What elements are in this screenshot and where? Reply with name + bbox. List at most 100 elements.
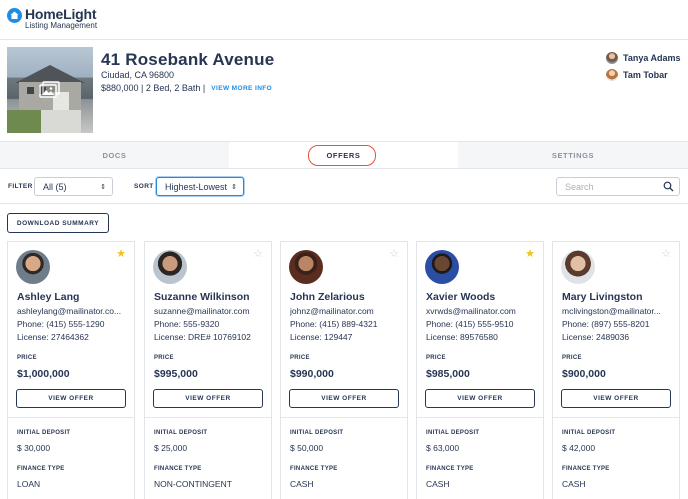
star-icon-outline[interactable]: ☆ — [253, 249, 263, 260]
sort-label: SORT — [134, 183, 154, 190]
divider — [145, 417, 271, 418]
buyer-agent-phone: Phone: (415) 889-4321 — [290, 319, 378, 329]
buyer-agent-license: License: DRE# 10769102 — [154, 332, 251, 342]
price-label: PRICE — [562, 355, 582, 361]
property-details: $880,000 | 2 Bed, 2 Bath | VIEW MORE INF… — [101, 83, 272, 93]
filter-label: FILTER — [8, 183, 33, 190]
offer-card: ☆ John Zelarious johnz@mailinator.com Ph… — [280, 241, 408, 499]
tab-bar: DOCS OFFERS SETTINGS — [0, 142, 688, 169]
sort-value: Highest-Lowest — [165, 181, 228, 192]
price-label: PRICE — [154, 355, 174, 361]
buyer-agent-license: License: 27464362 — [17, 332, 89, 342]
property-photo[interactable] — [7, 47, 93, 133]
buyer-agent-avatar — [289, 250, 323, 284]
chevron-updown-icon: ⇕ — [231, 184, 237, 191]
finance-type-value: CASH — [426, 479, 450, 489]
initial-deposit-label: INITIAL DEPOSIT — [154, 430, 208, 436]
property-summary: 41 Rosebank Avenue Ciudad, CA 96800 $880… — [0, 40, 688, 142]
view-offer-button[interactable]: VIEW OFFER — [16, 389, 126, 408]
star-icon-outline[interactable]: ☆ — [661, 249, 671, 260]
buyer-agent-email: ashleylang@mailinator.co... — [17, 306, 122, 316]
top-bar: HomeLight Listing Management — [0, 0, 688, 40]
offer-price: $990,000 — [290, 368, 334, 380]
buyer-agent-phone: Phone: (415) 555-1290 — [17, 319, 105, 329]
tab-offers[interactable]: OFFERS — [229, 142, 458, 168]
finance-type-label: FINANCE TYPE — [562, 466, 610, 472]
initial-deposit-value: $ 42,000 — [562, 443, 596, 453]
view-offer-button[interactable]: VIEW OFFER — [289, 389, 399, 408]
logo-subtitle: Listing Management — [25, 21, 98, 30]
view-offer-button[interactable]: VIEW OFFER — [153, 389, 263, 408]
divider — [553, 417, 679, 418]
initial-deposit-label: INITIAL DEPOSIT — [426, 430, 480, 436]
buyer-agent-license: License: 129447 — [290, 332, 353, 342]
agent-item[interactable]: Tanya Adams — [606, 52, 681, 64]
sort-select[interactable]: Highest-Lowest ⇕ — [156, 177, 244, 196]
initial-deposit-value: $ 63,000 — [426, 443, 460, 453]
home-logo-icon — [7, 8, 22, 23]
star-icon-outline[interactable]: ☆ — [389, 249, 399, 260]
agent-avatar — [606, 69, 618, 81]
initial-deposit-value: $ 50,000 — [290, 443, 324, 453]
buyer-agent-license: License: 2489036 — [562, 332, 630, 342]
buyer-agent-avatar — [16, 250, 50, 284]
divider — [281, 417, 407, 418]
finance-type-label: FINANCE TYPE — [17, 466, 65, 472]
buyer-agent-email: xvrwds@mailinator.com — [426, 306, 516, 316]
agent-name: Tanya Adams — [623, 53, 681, 63]
property-address: 41 Rosebank Avenue — [101, 50, 275, 69]
buyer-agent-avatar — [153, 250, 187, 284]
offer-card: ★ Xavier Woods xvrwds@mailinator.com Pho… — [416, 241, 544, 499]
filter-value: All (5) — [43, 181, 67, 192]
initial-deposit-label: INITIAL DEPOSIT — [562, 430, 616, 436]
filter-bar: FILTER All (5) ⇕ SORT Highest-Lowest ⇕ S… — [0, 170, 688, 204]
logo-name: HomeLight — [25, 6, 97, 22]
offer-price: $985,000 — [426, 368, 470, 380]
finance-type-value: NON-CONTINGENT — [154, 479, 232, 489]
buyer-agent-name: Xavier Woods — [426, 291, 496, 303]
agent-avatar — [606, 52, 618, 64]
offer-price: $995,000 — [154, 368, 198, 380]
download-summary-button[interactable]: DOWNLOAD SUMMARY — [7, 213, 109, 233]
buyer-agent-name: Suzanne Wilkinson — [154, 291, 250, 303]
price-label: PRICE — [17, 355, 37, 361]
buyer-agent-name: John Zelarious — [290, 291, 365, 303]
homelight-logo[interactable]: HomeLight Listing Management — [7, 7, 97, 30]
finance-type-value: LOAN — [17, 479, 41, 489]
view-offer-button[interactable]: VIEW OFFER — [425, 389, 535, 408]
offer-card: ☆ Mary Livingston mclivingston@mailinato… — [552, 241, 680, 499]
offer-card: ★ Ashley Lang ashleylang@mailinator.co..… — [7, 241, 135, 499]
tab-docs[interactable]: DOCS — [0, 142, 229, 168]
offer-price: $900,000 — [562, 368, 606, 380]
initial-deposit-value: $ 25,000 — [154, 443, 188, 453]
buyer-agent-phone: Phone: (415) 555-9510 — [426, 319, 514, 329]
buyer-agent-avatar — [561, 250, 595, 284]
buyer-agent-email: mclivingston@mailinator... — [562, 306, 661, 316]
buyer-agent-email: suzanne@mailinator.com — [154, 306, 250, 316]
view-offer-button[interactable]: VIEW OFFER — [561, 389, 671, 408]
star-icon-filled[interactable]: ★ — [525, 249, 535, 260]
view-more-info-link[interactable]: VIEW MORE INFO — [211, 85, 272, 92]
tab-settings[interactable]: SETTINGS — [458, 142, 688, 168]
property-city: Ciudad, CA 96800 — [101, 70, 175, 80]
buyer-agent-avatar — [425, 250, 459, 284]
agent-name: Tam Tobar — [623, 70, 668, 80]
finance-type-label: FINANCE TYPE — [154, 466, 202, 472]
divider — [417, 417, 543, 418]
initial-deposit-label: INITIAL DEPOSIT — [290, 430, 344, 436]
price-label: PRICE — [290, 355, 310, 361]
initial-deposit-label: INITIAL DEPOSIT — [17, 430, 71, 436]
initial-deposit-value: $ 30,000 — [17, 443, 51, 453]
price-label: PRICE — [426, 355, 446, 361]
buyer-agent-name: Ashley Lang — [17, 291, 80, 303]
agent-item[interactable]: Tam Tobar — [606, 69, 681, 81]
buyer-agent-phone: Phone: 555-9320 — [154, 319, 220, 329]
buyer-agent-name: Mary Livingston — [562, 291, 643, 303]
buyer-agent-license: License: 89576580 — [426, 332, 498, 342]
filter-select[interactable]: All (5) ⇕ — [34, 177, 113, 196]
star-icon-filled[interactable]: ★ — [116, 249, 126, 260]
property-price-beds: $880,000 | 2 Bed, 2 Bath | — [101, 83, 206, 93]
search-input[interactable]: Search — [556, 177, 680, 196]
agent-list: Tanya Adams Tam Tobar — [606, 52, 681, 86]
search-icon[interactable] — [663, 181, 674, 192]
